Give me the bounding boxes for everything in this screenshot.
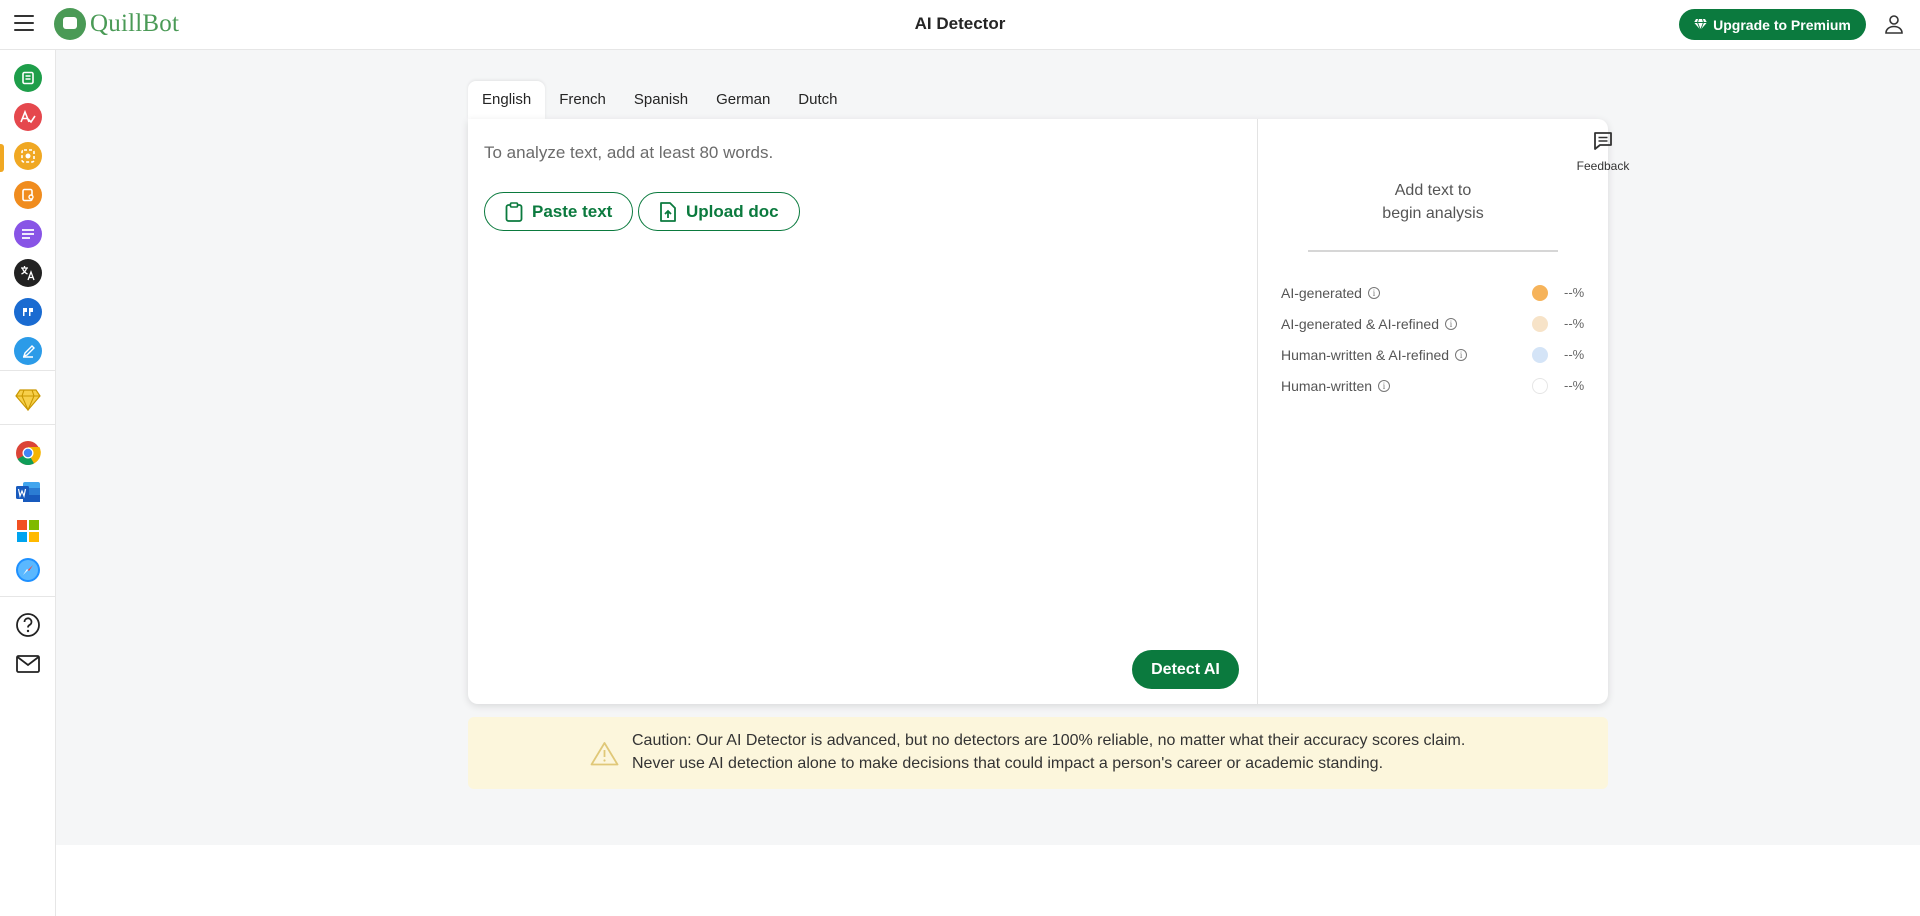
upload-file-icon — [660, 201, 676, 222]
caution-line1: Caution: Our AI Detector is advanced, bu… — [632, 732, 1466, 749]
results-divider — [1308, 250, 1558, 252]
metric-ai-generated: AI-generated i --% — [1281, 283, 1586, 303]
detect-ai-button[interactable]: Detect AI — [1132, 650, 1239, 689]
sidebar-item-ai-detector[interactable] — [14, 142, 42, 170]
upgrade-label: Upgrade to Premium — [1713, 16, 1851, 33]
legend-dot — [1532, 378, 1548, 394]
legend-dot — [1532, 285, 1548, 301]
page-title: AI Detector — [914, 14, 1006, 33]
sidebar-item-grammar-checker[interactable] — [14, 103, 42, 131]
sidebar-item-citation-generator[interactable] — [14, 298, 42, 326]
sidebar-item-premium[interactable] — [14, 386, 42, 414]
sidebar-item-chrome-extension[interactable] — [14, 439, 42, 467]
help-icon — [16, 613, 40, 637]
language-tabs: English French Spanish German Dutch — [468, 81, 851, 119]
sidebar-item-safari-extension[interactable] — [14, 556, 42, 584]
tab-french[interactable]: French — [545, 81, 620, 119]
mail-icon — [16, 655, 40, 673]
results-panel: Add text to begin analysis AI-generated … — [1258, 119, 1608, 704]
active-indicator — [0, 144, 4, 172]
pen-icon — [22, 345, 35, 358]
feedback-button[interactable]: Feedback — [1568, 130, 1638, 173]
caution-banner: Caution: Our AI Detector is advanced, bu… — [468, 717, 1608, 789]
clipboard-icon — [505, 201, 523, 222]
diamond-icon — [15, 389, 41, 411]
main-content: English French Spanish German Dutch To a… — [56, 50, 1920, 845]
warning-icon — [590, 742, 619, 766]
summarizer-icon — [22, 229, 34, 239]
sidebar-divider — [0, 596, 56, 597]
metric-label: AI-generated — [1281, 285, 1362, 301]
sidebar-item-plagiarism-checker[interactable] — [14, 181, 42, 209]
upgrade-button[interactable]: Upgrade to Premium — [1679, 9, 1866, 40]
sidebar-item-translator[interactable] — [14, 259, 42, 287]
ai-detector-icon — [21, 149, 35, 163]
page-footer-area — [56, 845, 1920, 916]
sidebar-item-paraphraser[interactable] — [14, 64, 42, 92]
input-placeholder: To analyze text, add at least 80 words. — [484, 143, 774, 162]
translator-icon — [21, 266, 35, 281]
sidebar-item-summarizer[interactable] — [14, 220, 42, 248]
upload-doc-label: Upload doc — [686, 201, 779, 221]
word-icon — [16, 482, 40, 502]
info-icon[interactable]: i — [1455, 349, 1468, 361]
upload-doc-button[interactable]: Upload doc — [638, 192, 800, 231]
sidebar-item-word-addin[interactable] — [14, 478, 42, 506]
metric-label: AI-generated & AI-refined — [1281, 316, 1439, 332]
account-icon[interactable] — [1884, 14, 1904, 34]
sidebar-item-microsoft-edge[interactable] — [14, 517, 42, 545]
tab-spanish[interactable]: Spanish — [620, 81, 702, 119]
detector-card: To analyze text, add at least 80 words. … — [468, 119, 1608, 704]
top-header: QuillBot AI Detector Upgrade to Premium — [0, 0, 1920, 50]
plagiarism-icon — [22, 188, 34, 202]
results-message: Add text to begin analysis — [1258, 179, 1608, 225]
metric-human-written-ai-refined: Human-written & AI-refined i --% — [1281, 345, 1586, 365]
info-icon[interactable]: i — [1378, 380, 1391, 392]
caution-line2: Never use AI detection alone to make dec… — [632, 755, 1384, 772]
feedback-label: Feedback — [1576, 159, 1630, 173]
sidebar-divider — [0, 370, 56, 371]
metric-label: Human-written & AI-refined — [1281, 347, 1450, 363]
tab-german[interactable]: German — [702, 81, 784, 119]
metric-value: --% — [1564, 285, 1585, 300]
grammar-checker-icon — [20, 110, 36, 124]
sidebar-item-help[interactable] — [14, 611, 42, 639]
info-icon[interactable]: i — [1445, 318, 1457, 330]
caution-text: Caution: Our AI Detector is advanced, bu… — [632, 729, 1465, 775]
legend-dot — [1532, 316, 1548, 332]
legend-dot — [1532, 347, 1548, 363]
paraphraser-icon — [22, 71, 34, 85]
metric-value: --% — [1564, 316, 1585, 331]
chrome-icon — [16, 441, 41, 466]
metric-value: --% — [1564, 347, 1585, 362]
metric-ai-generated-ai-refined: AI-generated & AI-refined i --% — [1281, 314, 1586, 334]
tab-english[interactable]: English — [468, 81, 546, 119]
tool-sidebar — [0, 50, 56, 916]
tab-dutch[interactable]: Dutch — [784, 81, 851, 119]
metric-value: --% — [1564, 378, 1585, 393]
metric-human-written: Human-written i --% — [1281, 376, 1586, 396]
results-message-line1: Add text to — [1394, 182, 1472, 199]
citation-icon — [23, 308, 33, 316]
sidebar-divider — [0, 424, 56, 425]
text-input-area[interactable]: To analyze text, add at least 80 words. … — [468, 119, 1258, 704]
windows-icon — [17, 520, 39, 542]
metric-label: Human-written — [1281, 378, 1373, 394]
paste-text-button[interactable]: Paste text — [484, 192, 634, 231]
diamond-icon — [1694, 19, 1708, 30]
feedback-icon — [1594, 132, 1612, 150]
paste-text-label: Paste text — [532, 201, 613, 221]
results-message-line2: begin analysis — [1382, 205, 1484, 222]
safari-icon — [16, 558, 40, 582]
sidebar-item-ai-humanizer[interactable] — [14, 337, 42, 365]
sidebar-item-contact[interactable] — [14, 650, 42, 678]
info-icon[interactable]: i — [1367, 287, 1380, 299]
